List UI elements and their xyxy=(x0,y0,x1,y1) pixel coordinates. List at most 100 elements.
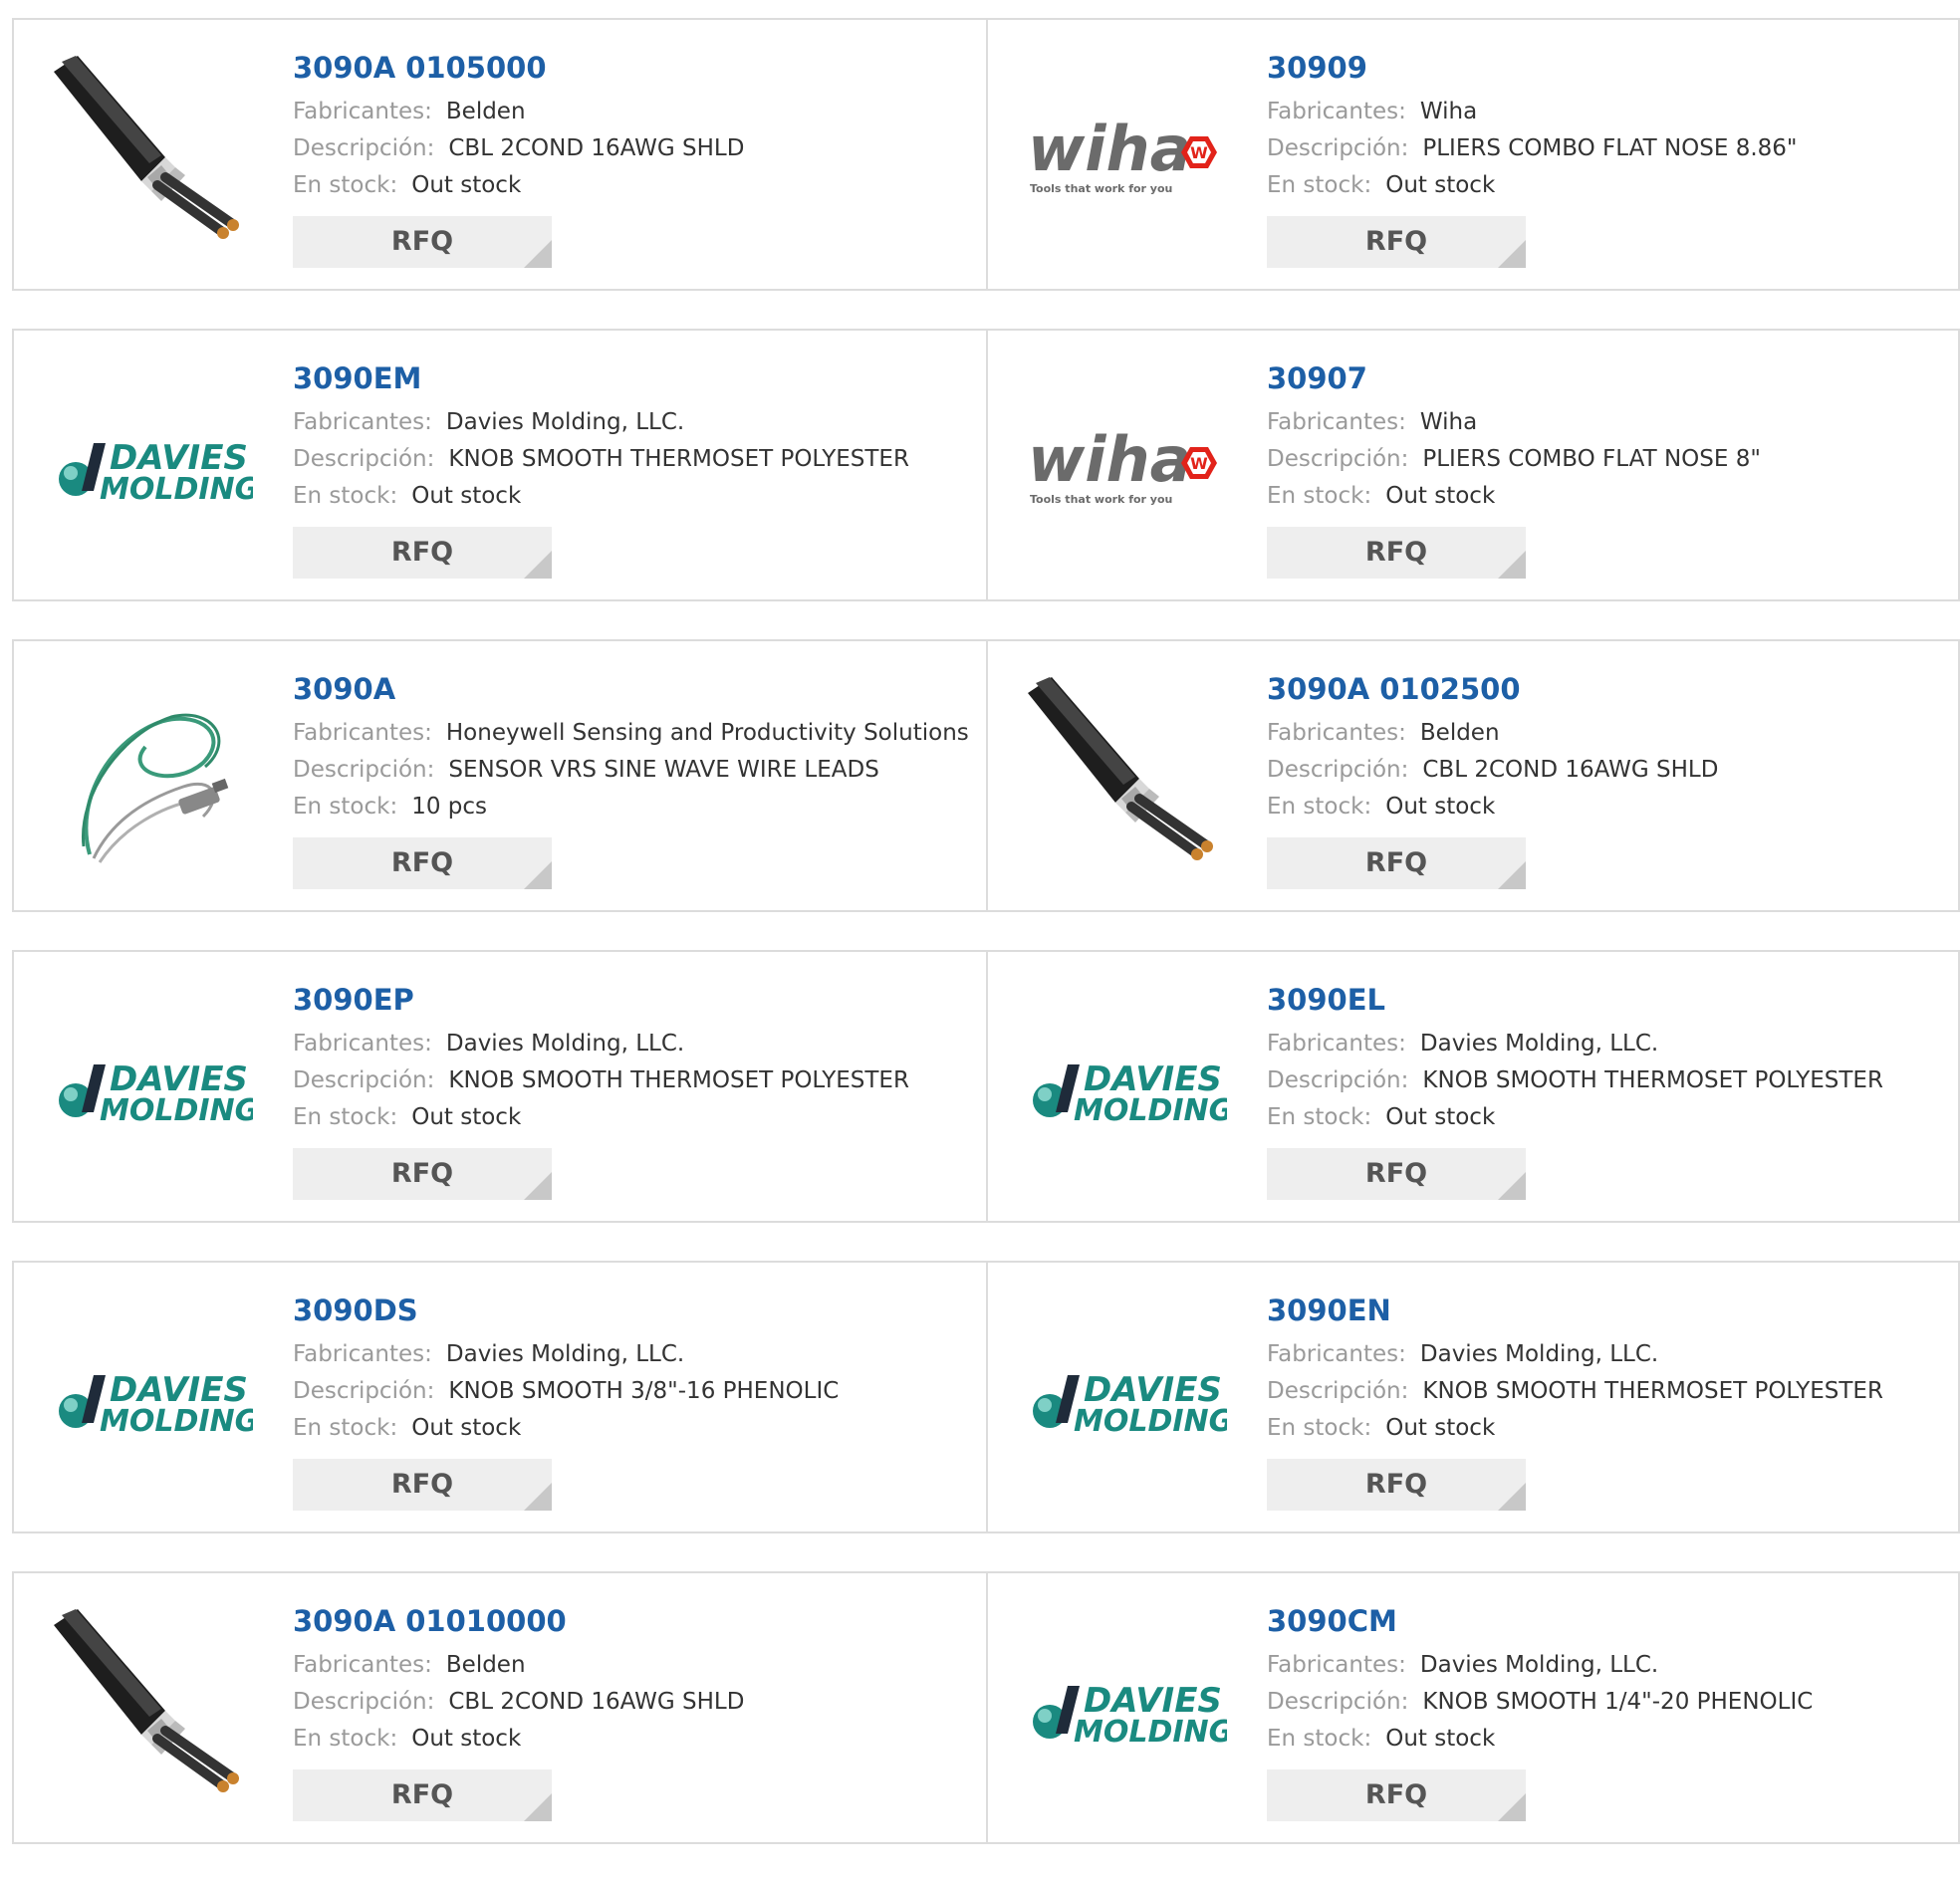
rfq-button-label: RFQ xyxy=(390,847,454,878)
product-info: 3090EN Fabricantes: Davies Molding, LLC. De… xyxy=(1267,1293,1948,1511)
stock-label: En stock: xyxy=(293,172,398,198)
manufacturer-value: Wiha xyxy=(1419,409,1478,435)
description-value: KNOB SMOOTH THERMOSET POLYESTER xyxy=(1422,1067,1883,1093)
part-number-link[interactable]: 3090EN xyxy=(1267,1293,1948,1328)
description-value: KNOB SMOOTH 3/8"-16 PHENOLIC xyxy=(448,1378,840,1404)
svg-text:Tools that work for you: Tools that work for you xyxy=(1030,493,1172,506)
description-label: Descripción: xyxy=(293,757,435,783)
manufacturer-line: Fabricantes: Davies Molding, LLC. xyxy=(293,404,976,441)
stock-label: En stock: xyxy=(293,483,398,509)
svg-text:MOLDING: MOLDING xyxy=(100,472,253,507)
rfq-button-label: RFQ xyxy=(390,1158,454,1189)
davies-molding-logo: DAVIES MOLDING xyxy=(54,1298,253,1498)
part-number-link[interactable]: 30907 xyxy=(1267,360,1948,396)
manufacturer-label: Fabricantes: xyxy=(1267,1652,1406,1678)
part-number-link[interactable]: 3090A 0105000 xyxy=(293,50,976,86)
manufacturer-label: Fabricantes: xyxy=(293,1652,432,1678)
manufacturer-value: Davies Molding, LLC. xyxy=(1419,1031,1659,1057)
davies-molding-logo: DAVIES MOLDING xyxy=(54,988,253,1187)
product-card: 3090A Fabricantes: Honeywell Sensing and P… xyxy=(14,641,986,910)
part-number-link[interactable]: 3090CM xyxy=(1267,1603,1948,1639)
part-number-link[interactable]: 3090A 0102500 xyxy=(1267,671,1948,707)
product-row: 3090A 0105000 Fabricantes: Belden Descripci… xyxy=(12,18,1960,291)
description-label: Descripción: xyxy=(293,1689,435,1715)
stock-value: Out stock xyxy=(1385,172,1496,198)
manufacturer-value: Davies Molding, LLC. xyxy=(1419,1652,1659,1678)
stock-label: En stock: xyxy=(1267,1726,1372,1752)
product-info: 30909 Fabricantes: Wiha Descripción: PLIERS … xyxy=(1267,50,1948,268)
rfq-button-label: RFQ xyxy=(1364,847,1428,878)
stock-line: En stock: Out stock xyxy=(293,1099,976,1136)
product-card: wiha W Tools that work for you 30909 Fabr… xyxy=(986,20,1958,289)
product-info: 30907 Fabricantes: Wiha Descripción: PLIERS … xyxy=(1267,360,1948,579)
description-label: Descripción: xyxy=(293,1378,435,1404)
manufacturer-line: Fabricantes: Davies Molding, LLC. xyxy=(293,1026,976,1062)
part-number-link[interactable]: 3090DS xyxy=(293,1293,976,1328)
rfq-button[interactable]: RFQ xyxy=(293,1148,552,1200)
stock-line: En stock: Out stock xyxy=(293,478,976,515)
stock-line: En stock: Out stock xyxy=(1267,1721,1948,1758)
description-line: Descripción: KNOB SMOOTH THERMOSET POLYES… xyxy=(1267,1373,1948,1410)
description-line: Descripción: KNOB SMOOTH THERMOSET POLYES… xyxy=(293,1062,976,1099)
rfq-button[interactable]: RFQ xyxy=(1267,527,1526,579)
part-number-link[interactable]: 30909 xyxy=(1267,50,1948,86)
stock-label: En stock: xyxy=(293,1415,398,1441)
stock-line: En stock: Out stock xyxy=(1267,167,1948,204)
part-number-link[interactable]: 3090A 01010000 xyxy=(293,1603,976,1639)
product-card: DAVIES MOLDING 3090DS Fabricantes: Davies … xyxy=(14,1263,986,1531)
stock-value: Out stock xyxy=(1385,794,1496,820)
stock-line: En stock: Out stock xyxy=(1267,1410,1948,1447)
part-number-link[interactable]: 3090EM xyxy=(293,360,976,396)
manufacturer-label: Fabricantes: xyxy=(293,1031,432,1057)
product-info: 3090CM Fabricantes: Davies Molding, LLC. De… xyxy=(1267,1603,1948,1821)
description-line: Descripción: PLIERS COMBO FLAT NOSE 8" xyxy=(1267,441,1948,478)
manufacturer-line: Fabricantes: Davies Molding, LLC. xyxy=(1267,1336,1948,1373)
sensor-image xyxy=(54,677,253,876)
description-label: Descripción: xyxy=(1267,446,1409,472)
rfq-button[interactable]: RFQ xyxy=(293,1769,552,1821)
rfq-button-label: RFQ xyxy=(390,1469,454,1500)
description-line: Descripción: KNOB SMOOTH THERMOSET POLYES… xyxy=(1267,1062,1948,1099)
rfq-button[interactable]: RFQ xyxy=(1267,837,1526,889)
stock-label: En stock: xyxy=(1267,1415,1372,1441)
description-line: Descripción: CBL 2COND 16AWG SHLD xyxy=(293,130,976,167)
description-value: CBL 2COND 16AWG SHLD xyxy=(448,135,745,161)
rfq-button[interactable]: RFQ xyxy=(293,837,552,889)
part-number-link[interactable]: 3090EL xyxy=(1267,982,1948,1018)
manufacturer-line: Fabricantes: Belden xyxy=(1267,715,1948,752)
davies-molding-logo: DAVIES MOLDING xyxy=(1028,988,1227,1187)
stock-line: En stock: Out stock xyxy=(293,167,976,204)
rfq-button[interactable]: RFQ xyxy=(1267,1459,1526,1511)
description-value: PLIERS COMBO FLAT NOSE 8.86" xyxy=(1422,135,1798,161)
stock-label: En stock: xyxy=(1267,172,1372,198)
description-line: Descripción: KNOB SMOOTH 1/4"-20 PHENOLIC xyxy=(1267,1684,1948,1721)
rfq-button[interactable]: RFQ xyxy=(1267,216,1526,268)
stock-value: Out stock xyxy=(411,172,522,198)
manufacturer-label: Fabricantes: xyxy=(1267,1031,1406,1057)
manufacturer-line: Fabricantes: Davies Molding, LLC. xyxy=(1267,1647,1948,1684)
rfq-corner-decoration xyxy=(1498,551,1526,579)
stock-line: En stock: Out stock xyxy=(293,1410,976,1447)
stock-value: Out stock xyxy=(411,1104,522,1130)
rfq-button[interactable]: RFQ xyxy=(293,1459,552,1511)
rfq-button[interactable]: RFQ xyxy=(1267,1769,1526,1821)
description-value: KNOB SMOOTH THERMOSET POLYESTER xyxy=(1422,1378,1883,1404)
part-number-link[interactable]: 3090EP xyxy=(293,982,976,1018)
cable-image xyxy=(54,56,253,255)
cable-image xyxy=(54,1609,253,1808)
rfq-button[interactable]: RFQ xyxy=(293,216,552,268)
stock-value: Out stock xyxy=(1385,1726,1496,1752)
description-line: Descripción: KNOB SMOOTH THERMOSET POLYES… xyxy=(293,441,976,478)
product-card: DAVIES MOLDING 3090EL Fabricantes: Davies … xyxy=(986,952,1958,1221)
rfq-button[interactable]: RFQ xyxy=(1267,1148,1526,1200)
description-label: Descripción: xyxy=(1267,1067,1409,1093)
manufacturer-line: Fabricantes: Belden xyxy=(293,94,976,130)
description-line: Descripción: CBL 2COND 16AWG SHLD xyxy=(1267,752,1948,789)
part-number-link[interactable]: 3090A xyxy=(293,671,976,707)
stock-label: En stock: xyxy=(293,1104,398,1130)
description-value: SENSOR VRS SINE WAVE WIRE LEADS xyxy=(448,757,879,783)
manufacturer-value: Davies Molding, LLC. xyxy=(445,1341,685,1367)
stock-value: Out stock xyxy=(1385,483,1496,509)
rfq-button-label: RFQ xyxy=(390,1779,454,1810)
rfq-button[interactable]: RFQ xyxy=(293,527,552,579)
